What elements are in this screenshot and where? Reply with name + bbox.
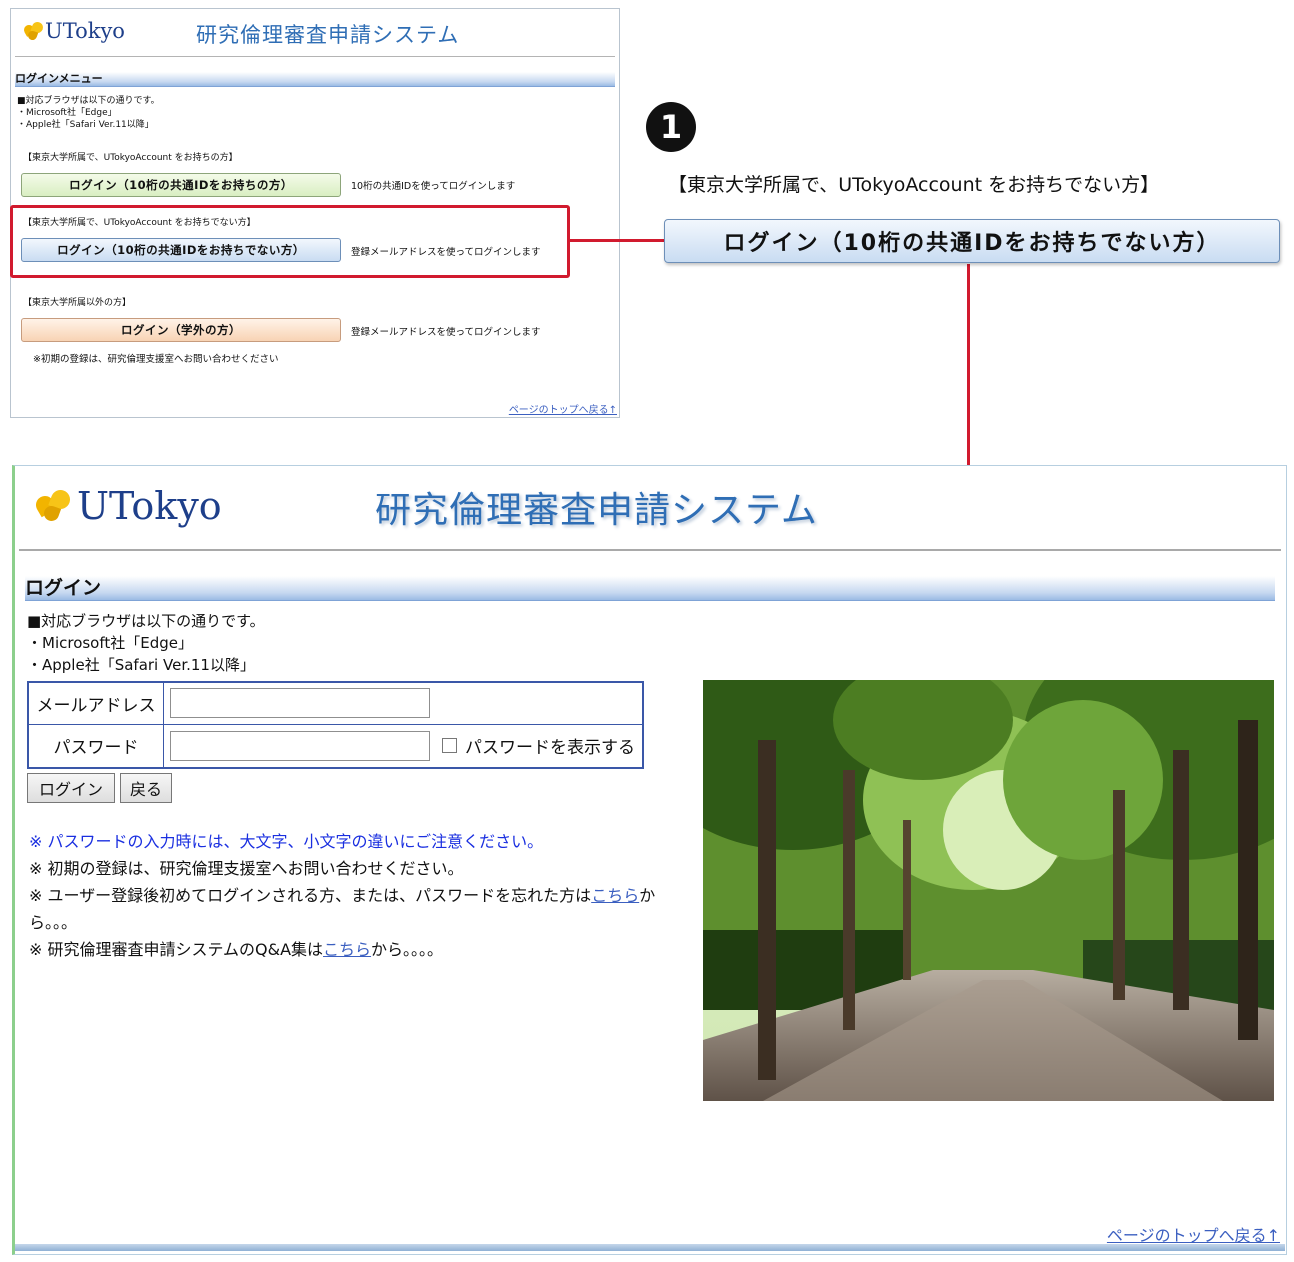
logo-text: UTokyo bbox=[77, 484, 222, 528]
header-divider bbox=[15, 56, 615, 57]
section-title: ログイン bbox=[25, 576, 1275, 601]
browser-notice: ■対応ブラウザは以下の通りです。 ・Microsoft社「Edge」 ・Appl… bbox=[27, 610, 265, 676]
password-label: パスワード bbox=[27, 723, 164, 769]
notice-case-sensitive: ※ パスワードの入力時には、大文字、小文字の違いにご注意ください。 bbox=[29, 832, 544, 851]
ginkgo-icon bbox=[32, 487, 73, 524]
callout-connector-horizontal bbox=[570, 239, 665, 242]
utokyo-logo: UTokyo bbox=[22, 19, 125, 43]
browser-notice-line: ・Microsoft社「Edge」 bbox=[17, 108, 117, 118]
group1-heading: 【東京大学所属で、UTokyoAccount をお持ちの方】 bbox=[23, 153, 238, 163]
group3-desc: 登録メールアドレスを使ってログインします bbox=[351, 327, 541, 338]
notice-faq-text: ※ 研究倫理審査申請システムのQ&A集は bbox=[29, 940, 324, 959]
email-label: メールアドレス bbox=[27, 681, 164, 725]
highlight-box bbox=[10, 205, 570, 278]
callout-login-button[interactable]: ログイン（10桁の共通IDをお持ちでない方） bbox=[664, 219, 1280, 263]
show-password-checkbox[interactable] bbox=[442, 738, 457, 754]
ginkgo-icon bbox=[22, 20, 45, 42]
show-password-label[interactable]: パスワードを表示する bbox=[465, 733, 635, 758]
forgot-password-link[interactable]: こちら bbox=[591, 886, 639, 905]
email-input[interactable] bbox=[170, 688, 430, 719]
back-button[interactable]: 戻る bbox=[120, 773, 172, 803]
section-title: ログインメニュー bbox=[15, 72, 615, 87]
logo-text: UTokyo bbox=[45, 19, 125, 43]
callout-connector-vertical bbox=[967, 264, 970, 466]
browser-notice-line: ■対応ブラウザは以下の通りです。 bbox=[17, 96, 160, 106]
group1-desc: 10桁の共通IDを使ってログインします bbox=[351, 181, 516, 192]
browser-notice-line: ・Apple社「Safari Ver.11以降」 bbox=[27, 656, 255, 674]
step-number-badge: 1 bbox=[646, 102, 696, 152]
browser-notice: ■対応ブラウザは以下の通りです。 ・Microsoft社「Edge」 ・Appl… bbox=[17, 95, 160, 131]
system-title: 研究倫理審査申請システム bbox=[375, 490, 818, 531]
browser-notice-line: ■対応ブラウザは以下の通りです。 bbox=[27, 612, 265, 630]
notice-initial-registration: ※ 初期の登録は、研究倫理支援室へお問い合わせください。 bbox=[29, 859, 464, 878]
login-form-table: メールアドレス パスワード パスワードを表示する bbox=[27, 681, 644, 769]
footer-bar bbox=[15, 1244, 1285, 1251]
notice-forgot-password: ※ ユーザー登録後初めてログインされる方、または、パスワードを忘れた方はこちらか… bbox=[29, 882, 699, 936]
notice-list: ※ パスワードの入力時には、大文字、小文字の違いにご注意ください。 ※ 初期の登… bbox=[29, 828, 699, 963]
browser-notice-line: ・Microsoft社「Edge」 bbox=[27, 634, 194, 652]
notice-forgot-text: ※ ユーザー登録後初めてログインされる方、または、パスワードを忘れた方は bbox=[29, 886, 592, 905]
notice-faq: ※ 研究倫理審査申請システムのQ&A集はこちらから。。。。 bbox=[29, 936, 699, 963]
group3-heading: 【東京大学所属以外の方】 bbox=[23, 298, 132, 308]
initial-note: ※初期の登録は、研究倫理支援室へお問い合わせください bbox=[33, 354, 279, 365]
faq-link[interactable]: こちら bbox=[323, 940, 371, 959]
utokyo-logo: UTokyo bbox=[32, 484, 222, 528]
page-top-link[interactable]: ページのトップへ戻る↑ bbox=[1107, 1222, 1280, 1246]
login-external-button[interactable]: ログイン（学外の方） bbox=[21, 318, 341, 342]
login-button[interactable]: ログイン bbox=[27, 773, 115, 803]
login-utokyo-account-button[interactable]: ログイン（10桁の共通IDをお持ちの方） bbox=[21, 173, 341, 197]
page-top-link[interactable]: ページのトップへ戻る↑ bbox=[509, 401, 617, 416]
notice-faq-text-end: から。。。。 bbox=[371, 940, 444, 959]
password-input[interactable] bbox=[170, 730, 430, 761]
login-screenshot: UTokyo 研究倫理審査申請システム ログイン ■対応ブラウザは以下の通りです… bbox=[12, 465, 1287, 1255]
tree-avenue-photo bbox=[703, 680, 1274, 1101]
browser-notice-line: ・Apple社「Safari Ver.11以降」 bbox=[17, 120, 154, 130]
callout-heading: 【東京大学所属で、UTokyoAccount をお持ちでない方】 bbox=[668, 174, 1160, 196]
header-divider bbox=[19, 549, 1281, 551]
system-title: 研究倫理審査申請システム bbox=[196, 23, 460, 47]
